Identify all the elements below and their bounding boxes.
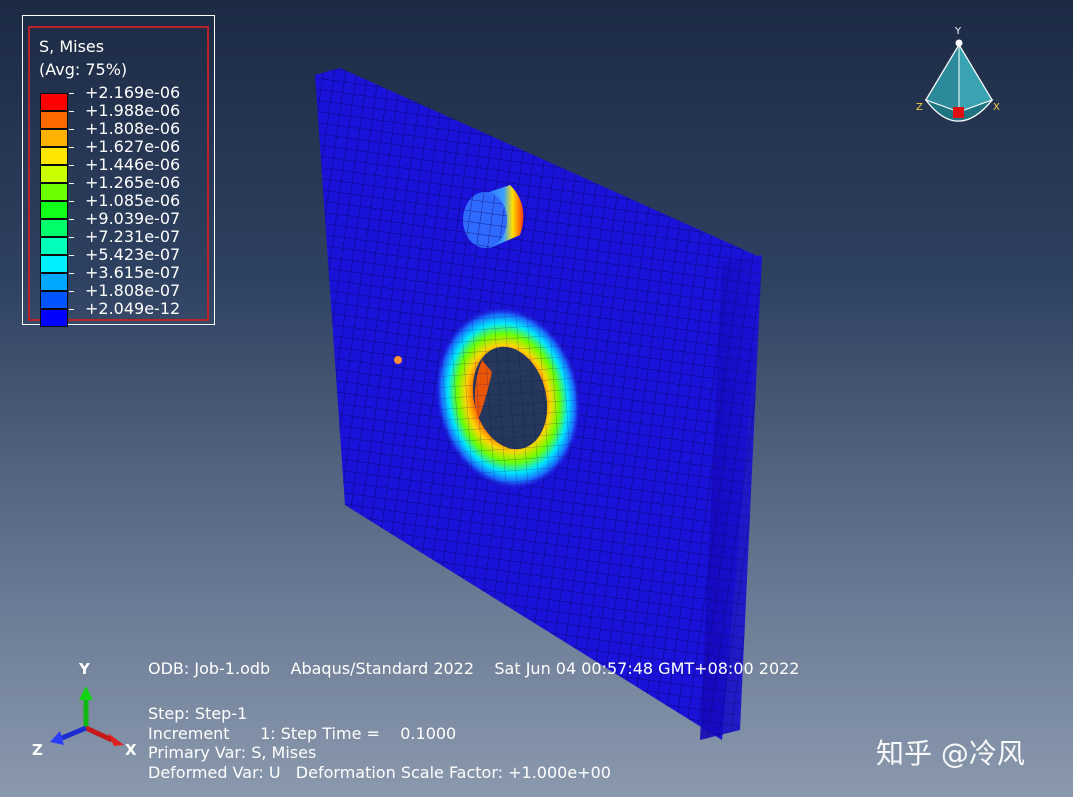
- contour-legend: S, Mises (Avg: 75%) +2.169e-06 +1.988e-06…: [22, 15, 215, 327]
- triad-y-label: Y: [79, 660, 90, 678]
- legend-swatch: [40, 291, 68, 309]
- legend-value: +9.039e-07: [85, 209, 181, 228]
- legend-tick: [69, 273, 74, 274]
- legend-swatch: [40, 201, 68, 219]
- legend-value: +7.231e-07: [85, 227, 181, 246]
- triad-z-label: Z: [32, 741, 43, 759]
- legend-value: +1.085e-06: [85, 191, 181, 210]
- legend-value: +1.265e-06: [85, 173, 181, 192]
- legend-swatch: [40, 255, 68, 273]
- legend-subtitle: (Avg: 75%): [39, 60, 128, 79]
- legend-tick: [69, 309, 74, 310]
- view-cube[interactable]: Y Z X: [916, 26, 1000, 122]
- legend-value: +1.808e-07: [85, 281, 181, 300]
- legend-swatch: [40, 237, 68, 255]
- legend-value: +3.615e-07: [85, 263, 181, 282]
- legend-swatch: [40, 165, 68, 183]
- legend-tick: [69, 201, 74, 202]
- legend-swatch: [40, 111, 68, 129]
- increment-info: Increment 1: Step Time = 0.1000: [148, 724, 457, 743]
- legend-tick: [69, 129, 74, 130]
- primary-var-info: Primary Var: S, Mises: [148, 743, 317, 762]
- legend-tick: [69, 183, 74, 184]
- plate-model: [315, 68, 762, 740]
- step-info: Step: Step-1: [148, 704, 248, 723]
- legend-swatch: [40, 147, 68, 165]
- odb-info: ODB: Job-1.odb Abaqus/Standard 2022 Sat …: [148, 659, 800, 678]
- legend-tick: [69, 147, 74, 148]
- triad-x-label: X: [125, 741, 137, 759]
- view-cube-y-label: Y: [954, 26, 962, 37]
- axis-triad: [50, 686, 124, 746]
- legend-tick: [69, 255, 74, 256]
- legend-swatch: [40, 309, 68, 327]
- legend-tick: [69, 111, 74, 112]
- legend-value: +2.049e-12: [85, 299, 181, 318]
- legend-value: +1.446e-06: [85, 155, 181, 174]
- legend-swatch: [40, 93, 68, 111]
- legend-swatch: [40, 129, 68, 147]
- legend-value: +1.627e-06: [85, 137, 181, 156]
- legend-swatch: [40, 273, 68, 291]
- legend-tick: [69, 219, 74, 220]
- legend-title: S, Mises: [39, 37, 105, 56]
- legend-value: +1.988e-06: [85, 101, 181, 120]
- legend-swatch: [40, 183, 68, 201]
- legend-swatch: [40, 219, 68, 237]
- legend-value: +5.423e-07: [85, 245, 181, 264]
- legend-tick: [69, 237, 74, 238]
- view-cube-center[interactable]: [953, 107, 964, 118]
- node-marker: [394, 356, 402, 364]
- legend-tick: [69, 291, 74, 292]
- view-cube-z-label: Z: [916, 102, 923, 113]
- view-cube-x-label: X: [993, 102, 1000, 113]
- legend-value: +1.808e-06: [85, 119, 181, 138]
- legend-tick: [69, 93, 74, 94]
- legend-value: +2.169e-06: [85, 83, 181, 102]
- legend-tick: [69, 165, 74, 166]
- deformed-var-info: Deformed Var: U Deformation Scale Factor…: [148, 763, 611, 782]
- watermark: 知乎 @冷风: [876, 737, 1025, 770]
